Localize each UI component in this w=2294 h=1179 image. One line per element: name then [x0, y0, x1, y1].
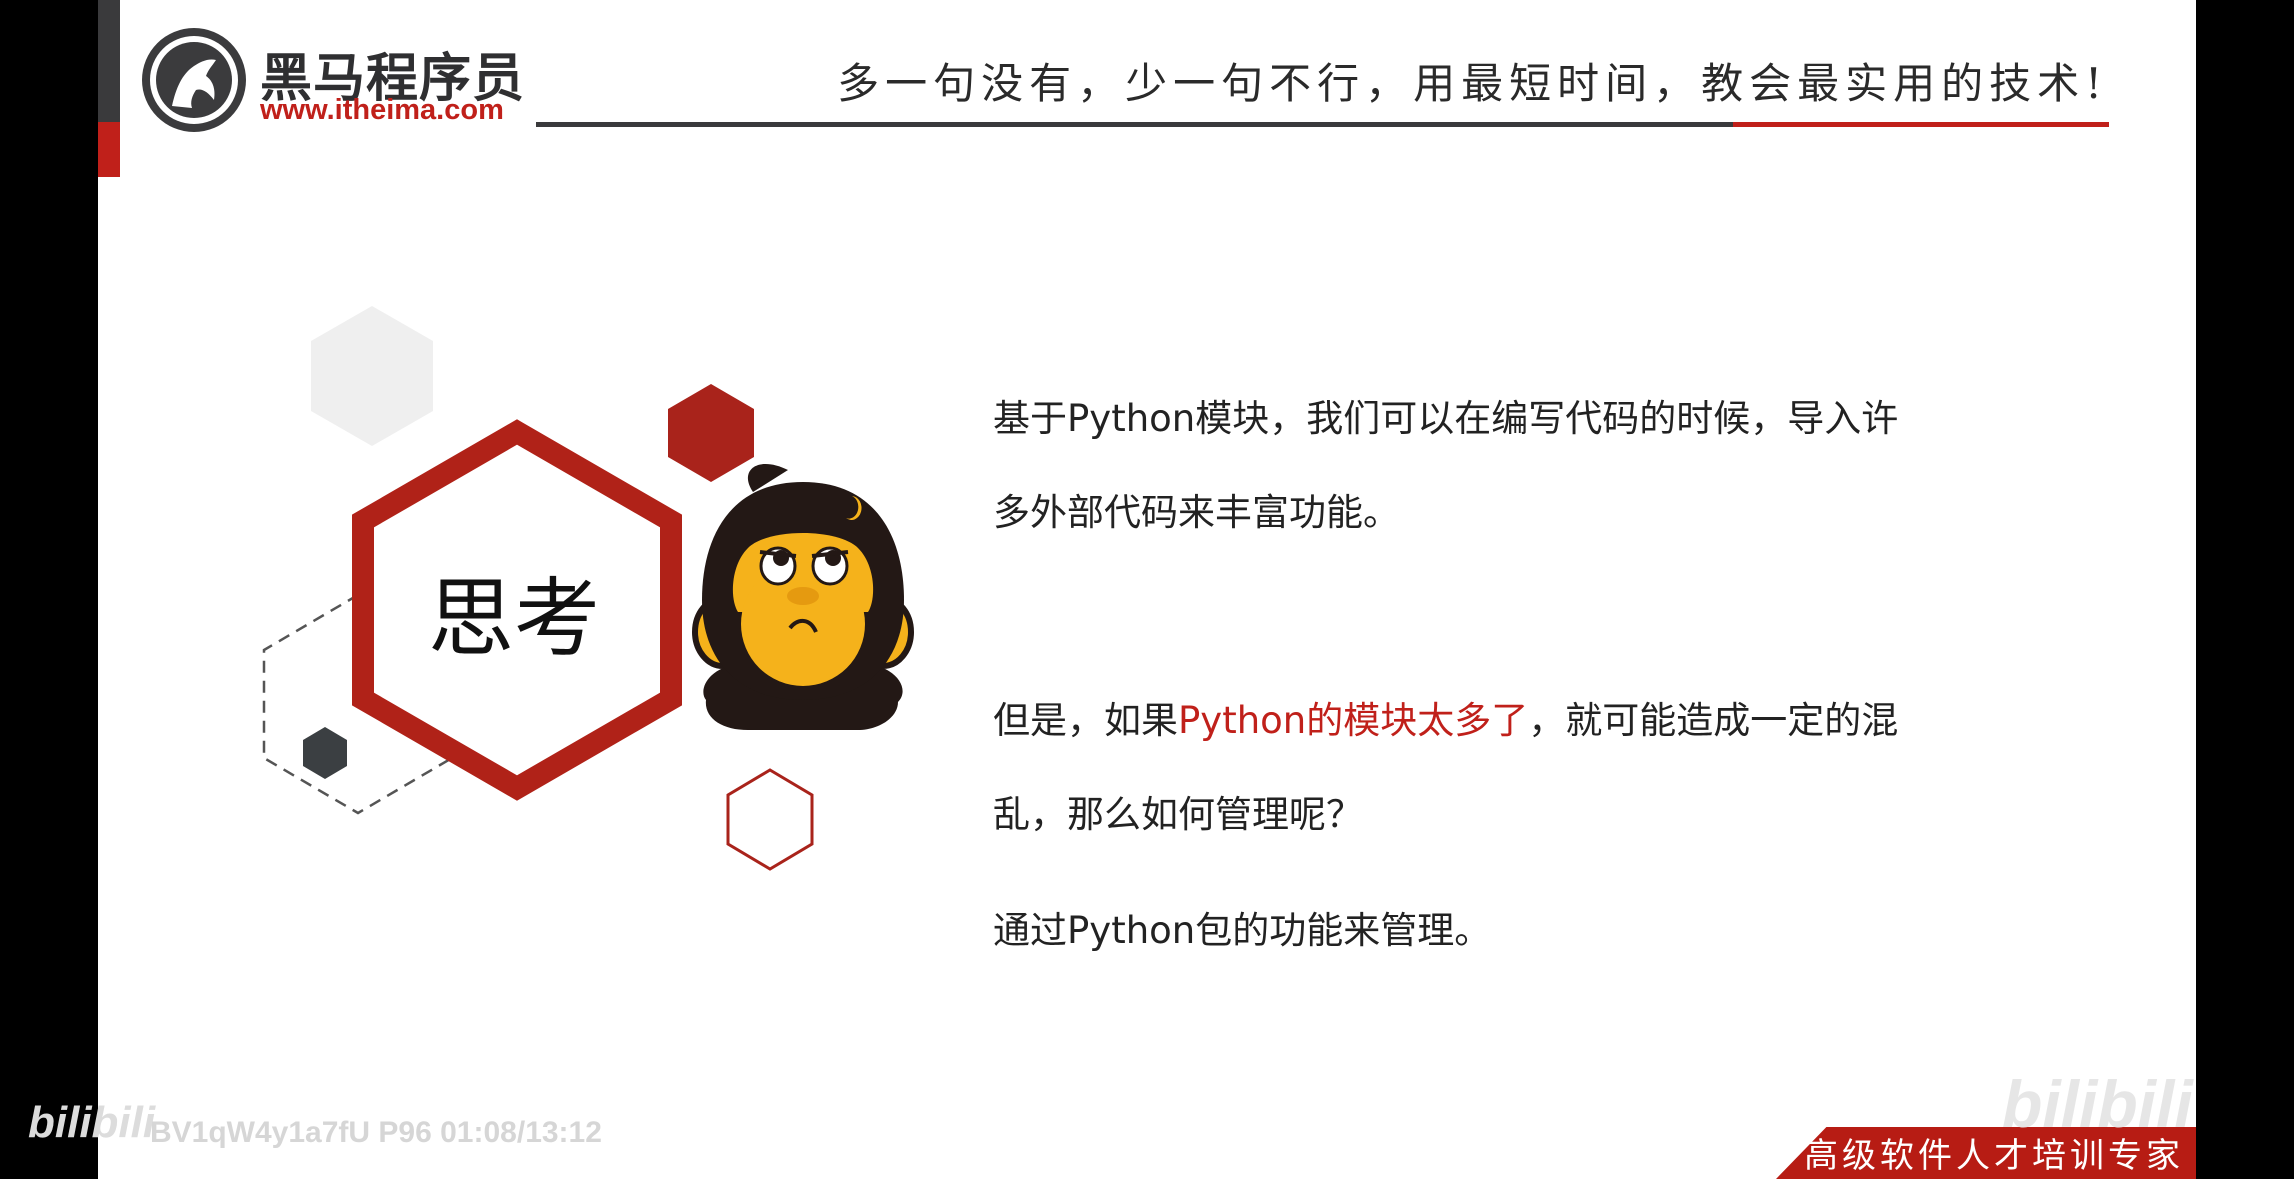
- dark-hexagon: [303, 727, 347, 779]
- decorative-hexagons: [262, 306, 914, 871]
- paragraph-2-text-post: ，就可能造成一定的混: [1528, 699, 1899, 742]
- paragraph-2-text-pre: 但是，如果: [993, 699, 1178, 742]
- paragraph-2-line-2: 乱，那么如何管理呢？: [993, 793, 1363, 836]
- bilibili-watermark-logo: bilibili: [28, 1098, 156, 1147]
- paragraph-1-line-1: 基于Python模块，我们可以在编写代码的时候，导入许: [993, 397, 1899, 440]
- thinking-monkey-mascot-icon: [692, 463, 914, 730]
- paragraph-1-line-2: 多外部代码来丰富功能。: [993, 491, 1400, 534]
- slide: 黑马程序员 www.itheima.com 多一句没有，少一句不行，用最短时间，…: [98, 0, 2196, 1179]
- paragraph-2-highlight: Python的模块太多了: [1178, 699, 1529, 742]
- paragraph-2-line-1: 但是，如果Python的模块太多了，就可能造成一定的混: [993, 690, 1898, 744]
- video-info-watermark: BV1qW4y1a7fU P96 01:08/13:12: [150, 1116, 602, 1149]
- bilibili-watermark-logo-right: bilibili: [2002, 1067, 2193, 1141]
- paragraph-3: 通过Python包的功能来管理。: [993, 909, 1492, 952]
- think-label: 思考: [428, 569, 600, 669]
- gray-hexagon: [311, 306, 433, 446]
- red-hexagon-small: [668, 384, 754, 482]
- red-outline-hexagon: [726, 768, 814, 871]
